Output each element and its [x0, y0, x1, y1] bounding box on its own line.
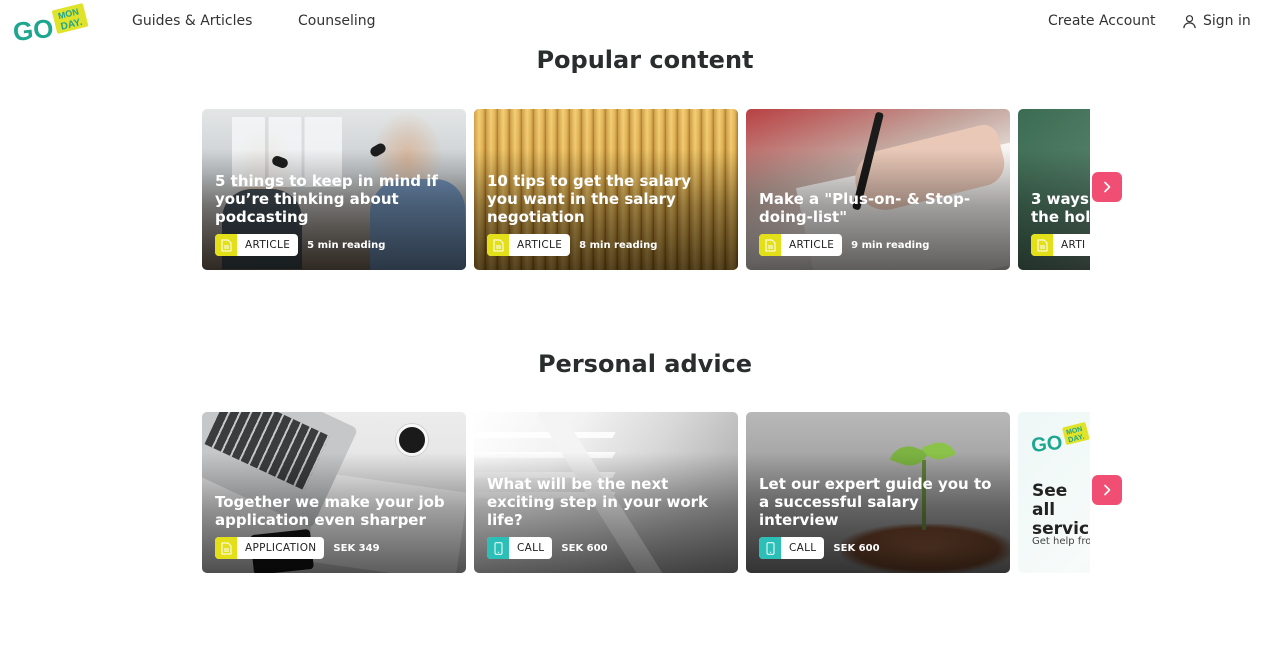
call-tag: CALL [487, 537, 553, 559]
create-account-link[interactable]: Create Account [1048, 13, 1156, 29]
see-all-services-card[interactable]: MON DAY. GO See all servic Get help fro [1018, 412, 1090, 573]
personal-advice-heading: Personal advice [537, 350, 753, 378]
document-icon [759, 234, 781, 256]
article-tag: ARTICLE [215, 234, 299, 256]
gomonday-logo[interactable]: MON DAY. GO [11, 2, 92, 47]
tag-label: ARTICLE [245, 239, 291, 251]
promo-title: See all servic [1032, 481, 1090, 539]
tag-label: CALL [517, 542, 545, 554]
service-card[interactable]: What will be the next exciting step in y… [474, 412, 738, 573]
article-tag: ARTI [1031, 234, 1090, 256]
reading-time: 8 min reading [579, 239, 658, 251]
phone-icon [487, 537, 509, 559]
reading-time: 5 min reading [307, 239, 386, 251]
document-icon [487, 234, 509, 256]
card-title: 10 tips to get the salary you want in th… [487, 172, 692, 226]
document-icon [1031, 234, 1053, 256]
popular-content-carousel: 5 things to keep in mind if you’re think… [202, 109, 1090, 271]
sign-in-link[interactable]: Sign in [1182, 13, 1251, 29]
nav-guides-articles[interactable]: Guides & Articles [132, 13, 252, 29]
tag-label: ARTICLE [789, 239, 835, 251]
site-header: MON DAY. GO Guides & Articles Counseling… [0, 0, 1280, 47]
card-title: Together we make your job application ev… [215, 493, 445, 529]
personal-advice-carousel: Together we make your job application ev… [202, 412, 1090, 574]
service-card[interactable]: Together we make your job application ev… [202, 412, 466, 573]
service-card[interactable]: Let our expert guide you to a successful… [746, 412, 1010, 573]
sign-in-label: Sign in [1203, 13, 1251, 29]
reading-time: 9 min reading [851, 239, 930, 251]
advice-next-button[interactable] [1092, 475, 1122, 505]
gomonday-logo: MON DAY. GO [1030, 422, 1090, 457]
svg-text:GO: GO [1032, 432, 1063, 454]
popular-next-button[interactable] [1092, 172, 1122, 202]
price: SEK 600 [833, 542, 880, 554]
document-icon [215, 234, 237, 256]
chevron-right-icon [1104, 181, 1111, 193]
content-card[interactable]: 3 ways the hol ARTI [1018, 109, 1090, 270]
tag-label: APPLICATION [245, 542, 317, 554]
phone-icon [759, 537, 781, 559]
popular-content-heading: Popular content [536, 46, 754, 74]
content-card[interactable]: 10 tips to get the salary you want in th… [474, 109, 738, 270]
user-icon [1183, 14, 1196, 28]
card-title: Let our expert guide you to a successful… [759, 475, 992, 529]
article-tag: ARTICLE [759, 234, 843, 256]
card-title: 3 ways the hol [1031, 190, 1090, 226]
tag-label: CALL [789, 542, 817, 554]
chevron-right-icon [1104, 484, 1111, 496]
call-tag: CALL [759, 537, 825, 559]
content-card[interactable]: 5 things to keep in mind if you’re think… [202, 109, 466, 270]
nav-counseling[interactable]: Counseling [298, 13, 376, 29]
card-title: What will be the next exciting step in y… [487, 475, 709, 529]
card-title: Make a "Plus-on- & Stop-doing-list" [759, 190, 971, 226]
tag-label: ARTI [1061, 239, 1086, 251]
article-tag: ARTICLE [487, 234, 571, 256]
content-card[interactable]: Make a "Plus-on- & Stop-doing-list" ARTI… [746, 109, 1010, 270]
svg-text:GO: GO [14, 13, 55, 44]
document-icon [215, 537, 237, 559]
application-tag: APPLICATION [215, 537, 325, 559]
card-title: 5 things to keep in mind if you’re think… [215, 172, 438, 226]
tag-label: ARTICLE [517, 239, 563, 251]
promo-subtitle: Get help fro [1032, 536, 1090, 547]
price: SEK 600 [561, 542, 608, 554]
price: SEK 349 [333, 542, 380, 554]
